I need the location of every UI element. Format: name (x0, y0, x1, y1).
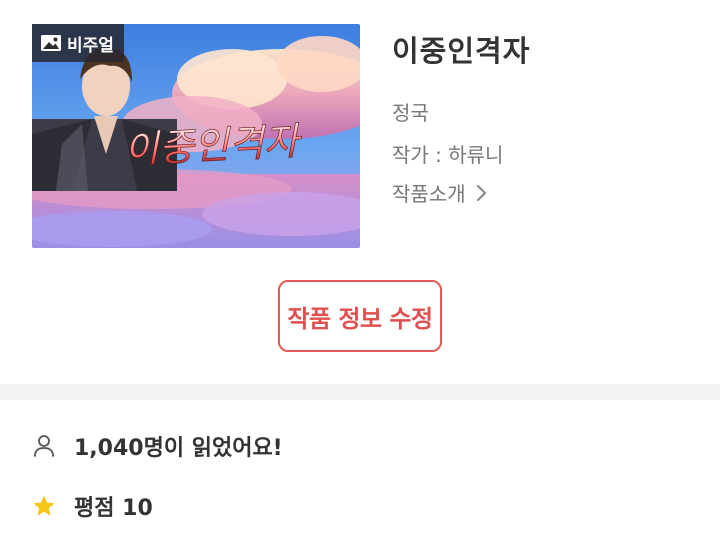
image-icon (40, 33, 62, 53)
edit-work-info-button[interactable]: 작품 정보 수정 (278, 280, 442, 352)
chevron-right-icon (476, 184, 488, 202)
work-intro-label: 작품소개 (392, 182, 466, 206)
section-divider (0, 384, 720, 400)
read-count-text: 1,040명이 읽었어요! (74, 436, 283, 461)
work-author[interactable]: 작가 : 하류니 (392, 139, 503, 168)
work-title: 이중인격자 (392, 34, 531, 68)
work-tag[interactable]: 정국 (392, 97, 429, 126)
rating-row: 평점 10 (32, 490, 153, 522)
cover-title-text: 이중인격자 (123, 119, 304, 172)
visual-badge[interactable]: 비주얼 (32, 24, 124, 62)
work-detail-page: 이중인격자 비주얼 이중인격자 정국 작가 : 하류니 작품소개 작품 정보 수… (0, 0, 720, 540)
visual-badge-label: 비주얼 (67, 35, 114, 56)
work-intro-link[interactable]: 작품소개 (392, 178, 488, 207)
person-icon (32, 433, 56, 459)
rating-text: 평점 10 (74, 496, 153, 521)
star-icon (32, 493, 56, 519)
read-count-row: 1,040명이 읽었어요! (32, 430, 283, 462)
